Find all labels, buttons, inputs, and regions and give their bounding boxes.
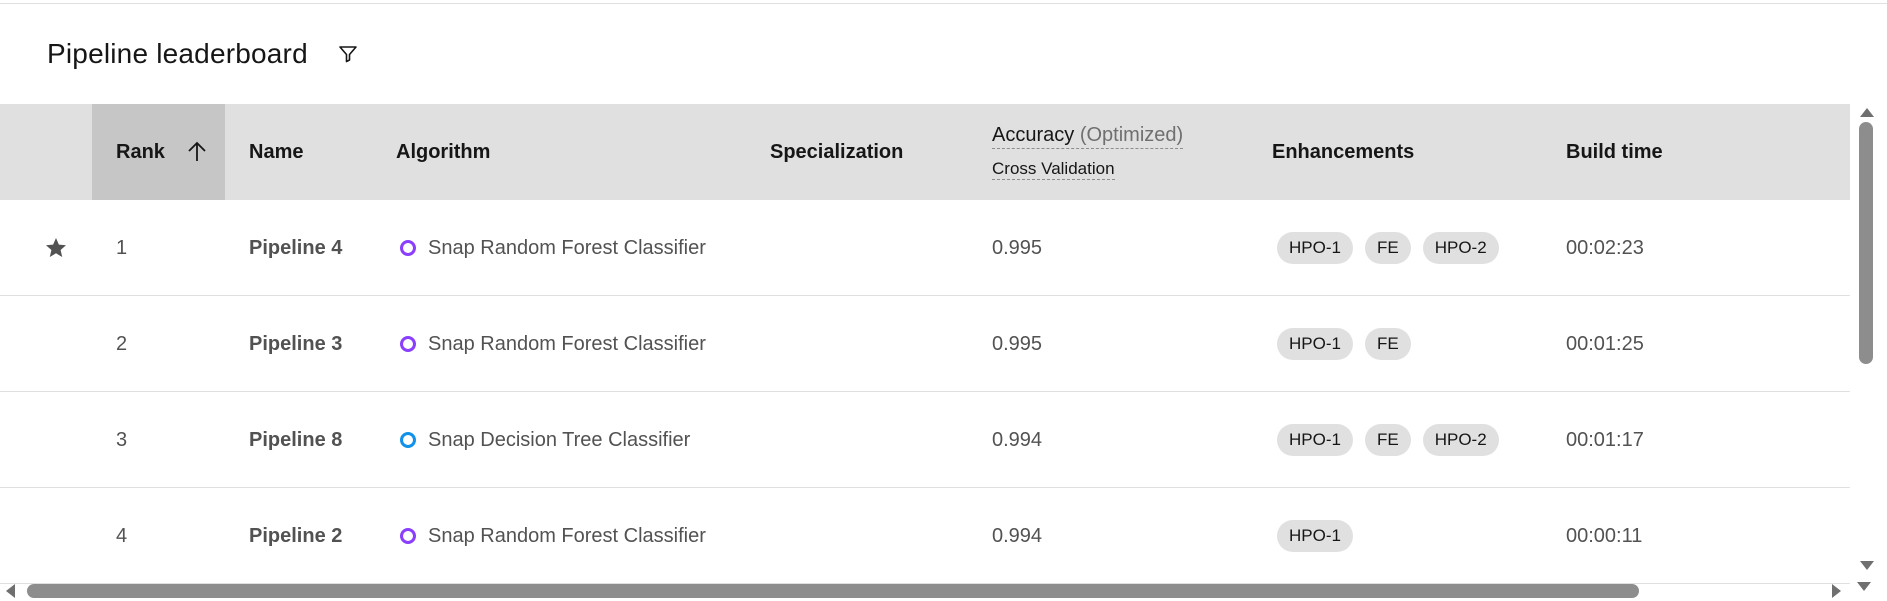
accuracy-cell: 0.995 — [992, 236, 1043, 259]
star-icon — [44, 200, 68, 296]
column-header-enhancements[interactable]: Enhancements — [1272, 104, 1414, 200]
algorithm-cell: Snap Random Forest Classifier — [400, 296, 706, 392]
filter-button[interactable] — [334, 40, 362, 68]
enhancement-tag: FE — [1364, 232, 1411, 264]
enhancement-tag: HPO-1 — [1277, 424, 1353, 456]
scroll-right-arrow[interactable] — [1832, 584, 1841, 598]
leaderboard-header: Pipeline leaderboard — [47, 36, 362, 72]
scroll-left-arrow[interactable] — [6, 584, 15, 598]
horizontal-scrollbar[interactable] — [0, 580, 1887, 601]
accuracy-metric-label[interactable]: Accuracy (Optimized) — [992, 124, 1184, 149]
column-header-algorithm[interactable]: Algorithm — [396, 104, 490, 200]
leaderboard-table: Rank Name Algorithm Specialization Accur… — [0, 104, 1850, 584]
algorithm-dot-icon — [400, 240, 416, 256]
table-row[interactable]: 3 Pipeline 8 Snap Decision Tree Classifie… — [0, 392, 1850, 488]
accuracy-cell: 0.994 — [992, 524, 1043, 547]
enhancement-tag: HPO-2 — [1422, 232, 1499, 264]
algorithm-dot-icon — [400, 432, 416, 448]
accuracy-cell: 0.995 — [992, 332, 1043, 355]
build-time-cell: 00:00:11 — [1566, 524, 1643, 547]
enhancements-cell: HPO-1 FE HPO-2 — [1277, 392, 1499, 488]
column-header-build-time[interactable]: Build time — [1566, 104, 1663, 200]
column-header-specialization[interactable]: Specialization — [770, 104, 903, 200]
enhancement-tag: HPO-2 — [1422, 424, 1499, 456]
enhancement-tag: FE — [1364, 424, 1411, 456]
algorithm-name: Snap Random Forest Classifier — [428, 524, 706, 547]
rank-cell: 1 — [116, 236, 128, 259]
accuracy-label: Accuracy — [992, 124, 1075, 146]
rank-cell: 4 — [116, 524, 128, 547]
pipeline-name[interactable]: Pipeline 2 — [249, 488, 342, 584]
algorithm-cell: Snap Random Forest Classifier — [400, 200, 706, 296]
table-row[interactable]: 1 Pipeline 4 Snap Random Forest Classifie… — [0, 200, 1850, 296]
sort-ascending-button[interactable] — [187, 141, 207, 163]
accuracy-cell: 0.994 — [992, 428, 1043, 451]
column-header-rank[interactable]: Rank — [92, 104, 225, 200]
algorithm-dot-icon — [400, 336, 416, 352]
build-time-cell: 00:01:17 — [1566, 428, 1644, 451]
build-time-cell: 00:02:23 — [1566, 236, 1644, 259]
enhancement-tag: FE — [1364, 328, 1411, 360]
table-row[interactable]: 4 Pipeline 2 Snap Random Forest Classifie… — [0, 488, 1850, 584]
build-time-cell: 00:01:25 — [1566, 332, 1644, 355]
rank-cell: 3 — [116, 428, 128, 451]
vertical-scroll-thumb[interactable] — [1859, 122, 1873, 364]
scroll-up-arrow[interactable] — [1860, 108, 1874, 117]
algorithm-name: Snap Random Forest Classifier — [428, 332, 706, 355]
horizontal-scroll-thumb[interactable] — [27, 584, 1639, 598]
algorithm-name: Snap Decision Tree Classifier — [428, 428, 691, 451]
vertical-scrollbar[interactable] — [1850, 84, 1887, 574]
pipeline-name[interactable]: Pipeline 8 — [249, 392, 342, 488]
arrow-up-icon — [188, 141, 206, 161]
pipeline-name[interactable]: Pipeline 3 — [249, 296, 342, 392]
algorithm-cell: Snap Random Forest Classifier — [400, 488, 706, 584]
enhancement-tag: HPO-1 — [1277, 232, 1353, 264]
algorithm-cell: Snap Decision Tree Classifier — [400, 392, 690, 488]
scroll-down-corner-arrow[interactable] — [1857, 582, 1871, 591]
table-body: 1 Pipeline 4 Snap Random Forest Classifie… — [0, 200, 1850, 584]
algorithm-name: Snap Random Forest Classifier — [428, 236, 706, 259]
page-title: Pipeline leaderboard — [47, 38, 308, 69]
enhancements-cell: HPO-1 FE — [1277, 296, 1411, 392]
accuracy-qualifier: (Optimized) — [1079, 124, 1184, 146]
column-header-accuracy[interactable]: Accuracy (Optimized) Cross Validation — [992, 104, 1184, 200]
filter-icon — [339, 46, 357, 63]
enhancements-cell: HPO-1 FE HPO-2 — [1277, 200, 1499, 296]
table-header: Rank Name Algorithm Specialization Accur… — [0, 104, 1850, 200]
accuracy-sub-label[interactable]: Cross Validation — [992, 159, 1115, 180]
enhancement-tag: HPO-1 — [1277, 520, 1353, 552]
pipeline-name[interactable]: Pipeline 4 — [249, 200, 342, 296]
column-header-name[interactable]: Name — [249, 104, 303, 200]
enhancements-cell: HPO-1 — [1277, 488, 1353, 584]
enhancement-tag: HPO-1 — [1277, 328, 1353, 360]
top-divider — [0, 0, 1887, 4]
rank-cell: 2 — [116, 332, 128, 355]
table-row[interactable]: 2 Pipeline 3 Snap Random Forest Classifie… — [0, 296, 1850, 392]
algorithm-dot-icon — [400, 528, 416, 544]
scroll-down-arrow[interactable] — [1860, 561, 1874, 570]
column-label-rank: Rank — [116, 140, 165, 163]
